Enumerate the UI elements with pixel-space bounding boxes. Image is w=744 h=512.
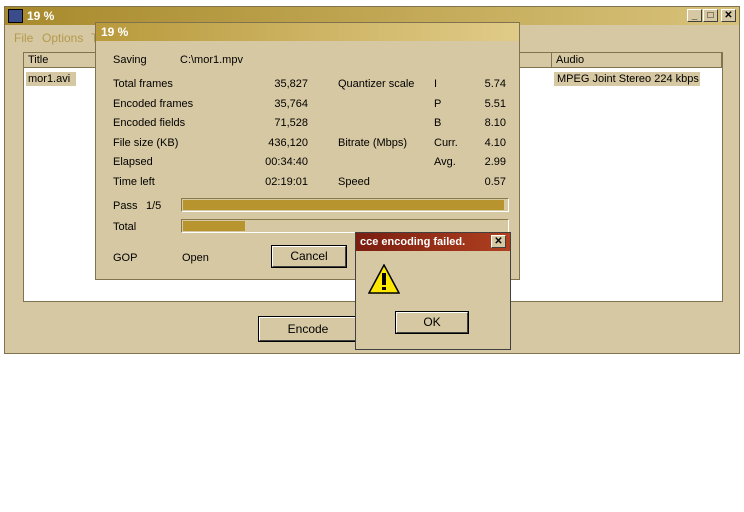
progress-title-bar: 19 % <box>96 23 519 41</box>
app-icon <box>8 9 23 23</box>
pass-value: 1/5 <box>146 200 162 212</box>
warning-icon <box>368 264 400 294</box>
menu-file[interactable]: File <box>14 31 33 45</box>
column-header-audio[interactable]: Audio <box>552 53 722 68</box>
quantizer-b-label: B <box>434 117 442 129</box>
error-close-button[interactable]: ✕ <box>491 235 506 248</box>
time-left-value: 02:19:01 <box>265 176 308 188</box>
pass-label: Pass <box>113 200 138 212</box>
pass-progress-bar <box>181 198 509 212</box>
quantizer-b-value: 8.10 <box>484 117 506 129</box>
quantizer-i-label: I <box>434 78 438 90</box>
quantizer-p-label: P <box>434 98 442 110</box>
cancel-button[interactable]: Cancel <box>271 245 347 268</box>
progress-dialog-title: 19 % <box>101 25 129 39</box>
main-window-title: 19 % <box>27 9 55 23</box>
list-item-audio[interactable]: MPEG Joint Stereo 224 kbps <box>557 73 699 85</box>
bitrate-avg-label: Avg. <box>434 156 456 168</box>
bitrate-curr-label: Curr. <box>434 137 458 149</box>
maximize-button[interactable]: □ <box>703 9 718 22</box>
encode-button[interactable]: Encode <box>258 316 358 342</box>
total-progress-bar <box>181 219 509 233</box>
speed-value: 0.57 <box>484 176 506 188</box>
error-dialog: cce encoding failed. ✕ OK <box>355 232 511 350</box>
quantizer-p-value: 5.51 <box>484 98 506 110</box>
error-dialog-title: cce encoding failed. <box>360 236 466 248</box>
bitrate-avg-value: 2.99 <box>484 156 506 168</box>
total-progress-fill <box>183 221 245 231</box>
time-left-label: Time left <box>113 176 155 188</box>
bitrate-label: Bitrate (Mbps) <box>338 137 408 149</box>
encoded-fields-value: 71,528 <box>274 117 308 129</box>
ok-button[interactable]: OK <box>395 311 469 334</box>
encoded-fields-label: Encoded fields <box>113 117 186 129</box>
minimize-button[interactable]: _ <box>687 9 702 22</box>
file-size-label: File size (KB) <box>113 137 179 149</box>
file-size-value: 436,120 <box>268 137 308 149</box>
encoded-frames-value: 35,764 <box>274 98 308 110</box>
total-label: Total <box>113 221 137 233</box>
menu-options[interactable]: Options <box>42 31 83 45</box>
speed-label: Speed <box>338 176 370 188</box>
total-frames-label: Total frames <box>113 78 173 90</box>
gop-value: Open <box>182 252 209 264</box>
quantizer-scale-label: Quantizer scale <box>338 78 415 90</box>
gop-label: GOP <box>113 252 138 264</box>
total-frames-value: 35,827 <box>274 78 308 90</box>
close-button[interactable]: ✕ <box>721 9 736 22</box>
elapsed-label: Elapsed <box>113 156 153 168</box>
saving-label: Saving <box>113 54 147 66</box>
error-title-bar: cce encoding failed. ✕ <box>356 233 510 251</box>
saving-path: C:\mor1.mpv <box>180 54 243 66</box>
elapsed-value: 00:34:40 <box>265 156 308 168</box>
bitrate-curr-value: 4.10 <box>484 137 506 149</box>
encoded-frames-label: Encoded frames <box>113 98 194 110</box>
pass-progress-fill <box>183 200 504 210</box>
list-item-title[interactable]: mor1.avi <box>28 73 70 85</box>
quantizer-i-value: 5.74 <box>484 78 506 90</box>
